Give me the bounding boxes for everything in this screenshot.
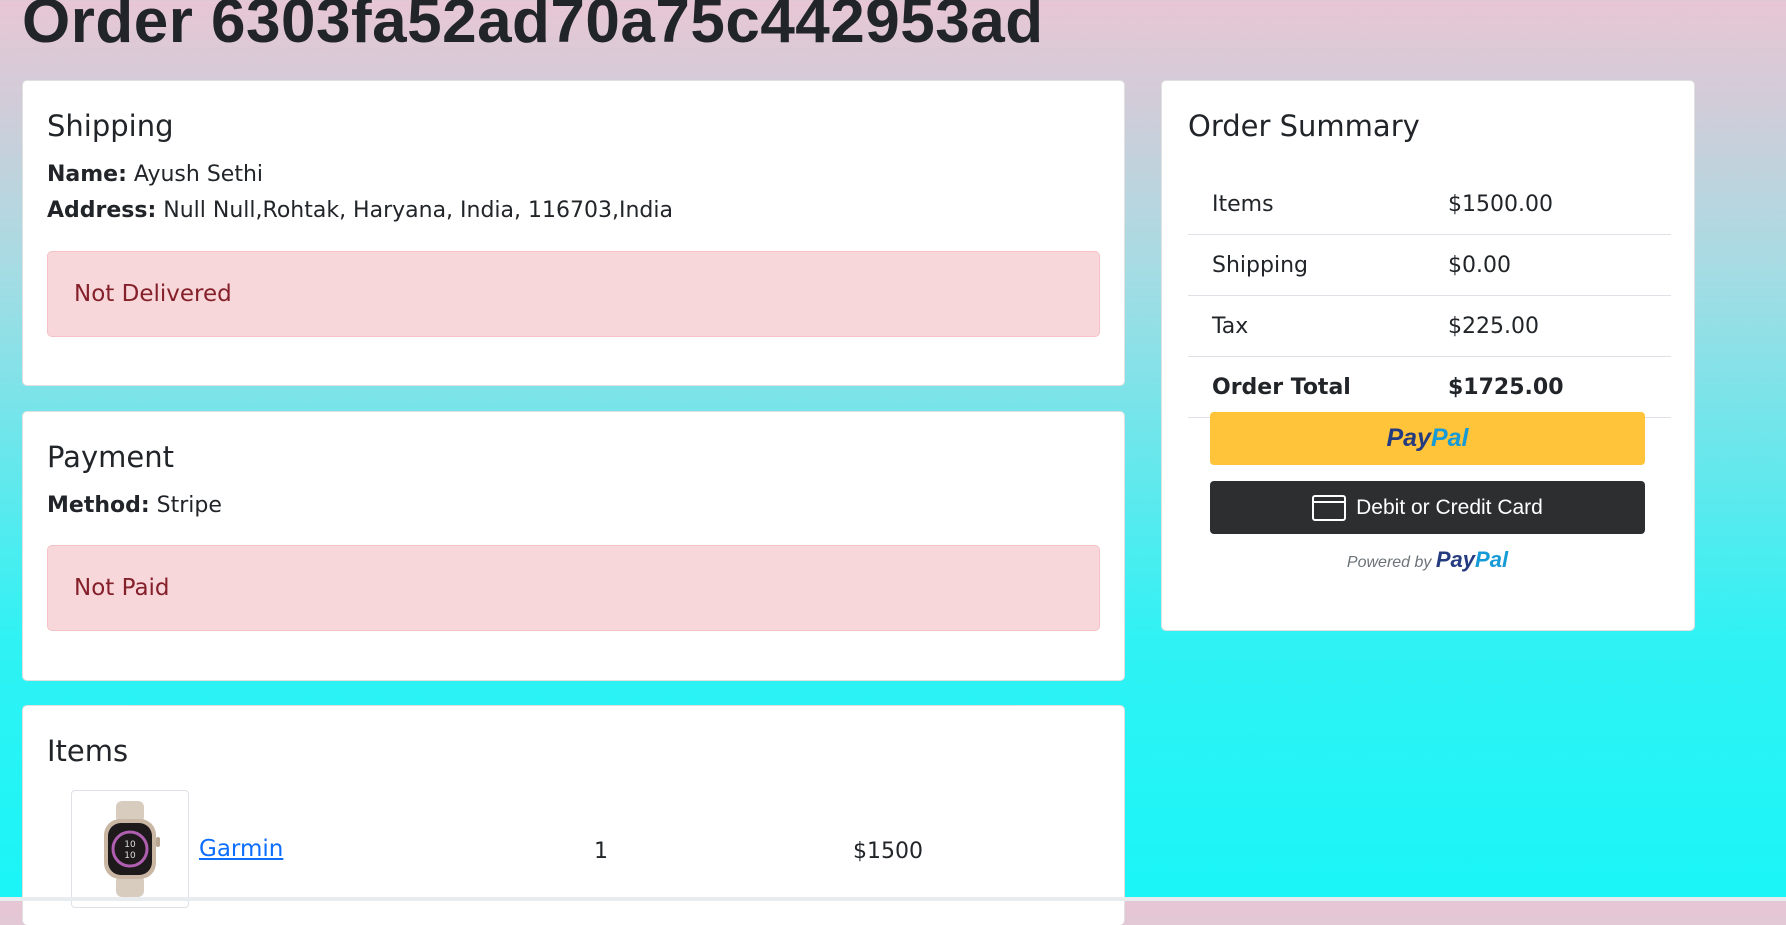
summary-row-order-total: Order Total $1725.00 xyxy=(1188,358,1671,418)
svg-text:10: 10 xyxy=(124,840,136,850)
credit-card-icon xyxy=(1312,494,1347,521)
summary-tax-value: $225.00 xyxy=(1448,314,1539,339)
summary-total-label: Order Total xyxy=(1212,375,1351,400)
powered-paypal-part2: Pal xyxy=(1475,547,1509,572)
shipping-address-line: Address: Null Null,Rohtak, Haryana, Indi… xyxy=(47,193,673,229)
items-heading: Items xyxy=(47,734,129,768)
summary-total-value: $1725.00 xyxy=(1448,375,1564,400)
payment-method-value: Stripe xyxy=(156,493,222,518)
payment-heading: Payment xyxy=(47,440,174,474)
paypal-logo-part2: Pal xyxy=(1430,424,1469,452)
summary-items-value: $1500.00 xyxy=(1448,192,1553,217)
debit-credit-card-button[interactable]: Debit or Credit Card xyxy=(1210,481,1645,534)
shipping-name-line: Name: Ayush Sethi xyxy=(47,157,263,193)
shipping-name-label: Name: xyxy=(47,162,127,187)
powered-by-prefix: Powered by xyxy=(1346,554,1432,571)
bottom-scroll-edge xyxy=(0,897,1786,901)
paypal-button[interactable]: Pay Pal xyxy=(1210,412,1645,465)
payment-card: Payment Method: Stripe Not Paid xyxy=(22,411,1125,681)
summary-items-label: Items xyxy=(1212,192,1274,217)
delivery-status-text: Not Delivered xyxy=(74,281,232,307)
powered-by-paypal: Powered by PayPal xyxy=(1210,547,1645,573)
powered-paypal-part1: Pay xyxy=(1435,547,1476,572)
page-title: Order 6303fa52ad70a75c442953ad xyxy=(22,0,1044,56)
summary-row-shipping: Shipping $0.00 xyxy=(1188,236,1671,296)
item-quantity: 1 xyxy=(594,839,608,864)
delivery-status-alert: Not Delivered xyxy=(47,251,1100,337)
summary-row-tax: Tax $225.00 xyxy=(1188,297,1671,357)
shipping-name-value: Ayush Sethi xyxy=(133,162,264,187)
payment-method-label: Method: xyxy=(47,493,150,518)
items-card: Items 10 10 Garmin 1 $1500 xyxy=(22,705,1125,925)
payment-status-text: Not Paid xyxy=(74,575,170,601)
paypal-logo-part1: Pay xyxy=(1386,424,1431,452)
card-button-label: Debit or Credit Card xyxy=(1356,495,1543,519)
shipping-card: Shipping Name: Ayush Sethi Address: Null… xyxy=(22,80,1125,386)
summary-row-items: Items $1500.00 xyxy=(1188,175,1671,235)
summary-shipping-value: $0.00 xyxy=(1448,253,1511,278)
shipping-heading: Shipping xyxy=(47,109,174,143)
order-summary-card: Order Summary Items $1500.00 Shipping $0… xyxy=(1161,80,1695,631)
item-image: 10 10 xyxy=(71,790,189,908)
item-name-link[interactable]: Garmin xyxy=(199,836,283,862)
order-summary-heading: Order Summary xyxy=(1188,109,1420,143)
svg-text:10: 10 xyxy=(124,851,136,861)
summary-tax-label: Tax xyxy=(1212,314,1249,339)
payment-status-alert: Not Paid xyxy=(47,545,1100,631)
summary-shipping-label: Shipping xyxy=(1212,253,1308,278)
shipping-address-label: Address: xyxy=(47,198,157,223)
smartwatch-icon: 10 10 xyxy=(104,801,160,897)
shipping-address-value: Null Null,Rohtak, Haryana, India, 116703… xyxy=(163,198,673,223)
payment-method-line: Method: Stripe xyxy=(47,488,222,524)
item-price: $1500 xyxy=(853,839,923,864)
